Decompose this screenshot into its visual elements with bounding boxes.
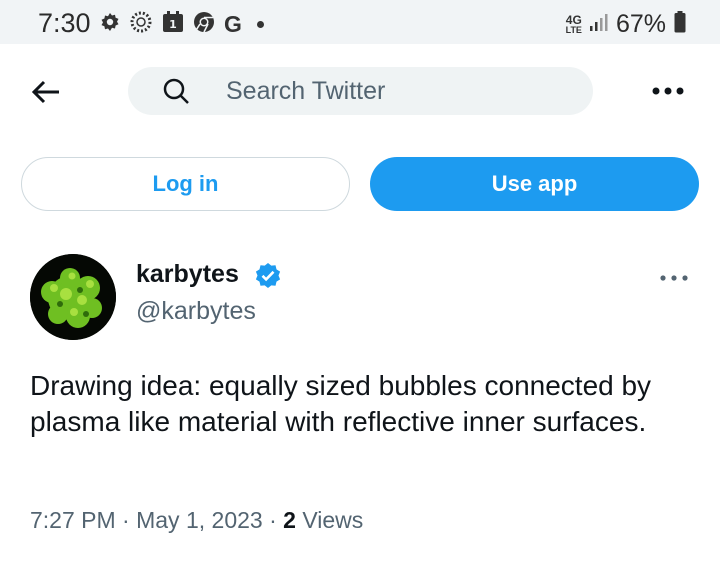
calendar-icon: 1	[162, 10, 184, 38]
meta-separator-2: ·	[269, 507, 277, 533]
tweet-more-icon[interactable]	[659, 270, 689, 281]
avatar[interactable]	[30, 254, 116, 340]
search-placeholder: Search Twitter	[226, 77, 386, 105]
more-options-icon[interactable]	[651, 84, 685, 96]
signal-icon	[589, 13, 608, 36]
chrome-icon	[193, 11, 215, 38]
notification-icons: 1 G	[100, 10, 264, 39]
tweet-date[interactable]: May 1, 2023	[136, 507, 263, 533]
author-handle[interactable]: @karbytes	[136, 297, 256, 326]
network-sublabel: LTE	[565, 24, 582, 35]
status-right: 4G LTE 67%	[566, 10, 686, 39]
calendar-day: 1	[169, 18, 177, 31]
gear-icon	[100, 12, 120, 37]
top-bar: Search Twitter	[0, 44, 720, 140]
dot-icon	[256, 20, 264, 28]
status-time: 7:30	[38, 8, 91, 38]
google-g-icon: G	[224, 11, 242, 37]
status-bar: 7:30 1 G 4G LTE 67%	[0, 0, 720, 44]
login-button[interactable]: Log in	[21, 157, 350, 211]
battery-percent: 67%	[615, 10, 666, 38]
views-count: 2	[283, 507, 296, 533]
verified-badge-icon	[254, 262, 282, 290]
tweet-meta: 7:27 PM · May 1, 2023 · 2 Views	[30, 507, 363, 534]
views-label: Views	[302, 507, 364, 533]
author-name[interactable]: karbytes	[136, 260, 239, 289]
search-input[interactable]: Search Twitter	[128, 67, 593, 115]
back-arrow-icon[interactable]	[28, 74, 64, 110]
tweet-time[interactable]: 7:27 PM	[30, 507, 116, 533]
meta-separator: ·	[122, 507, 130, 533]
search-icon	[162, 77, 190, 110]
use-app-button[interactable]: Use app	[370, 157, 699, 211]
network-type: 4G LTE	[565, 14, 582, 35]
sync-icon	[129, 10, 153, 39]
battery-icon	[674, 11, 686, 38]
tweet-text: Drawing idea: equally sized bubbles conn…	[30, 370, 652, 437]
